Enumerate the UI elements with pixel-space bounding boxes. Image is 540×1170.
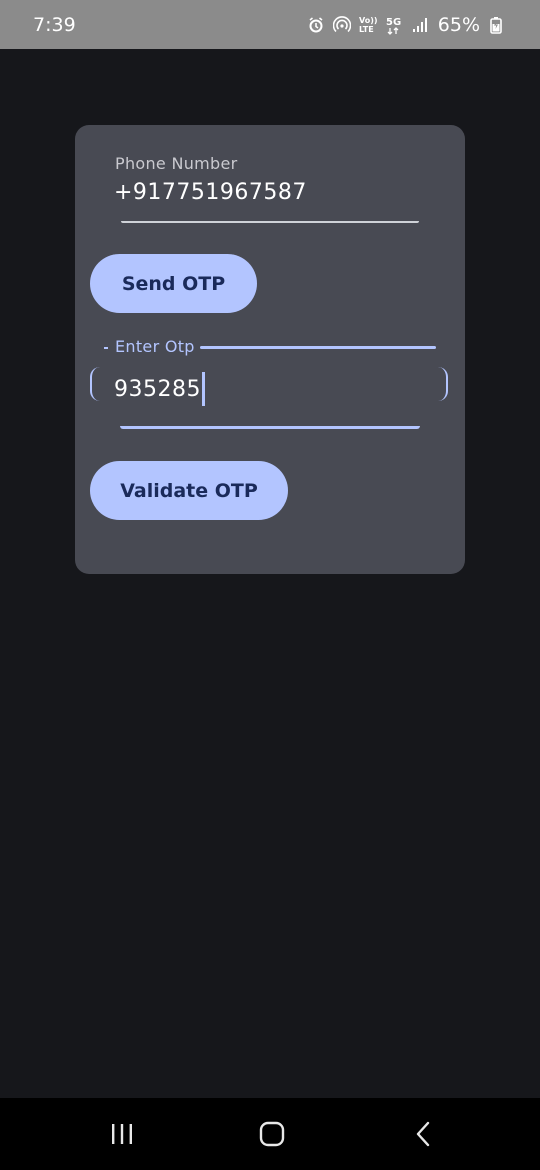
- otp-underline: [120, 426, 420, 429]
- svg-text:Vo)): Vo)): [359, 16, 378, 25]
- status-time: 7:39: [33, 13, 76, 36]
- signal-icon: [410, 15, 430, 35]
- otp-border-left: [90, 367, 100, 401]
- battery-percent: 65%: [437, 13, 480, 36]
- status-icons: Vo)) LTE 5G 65%: [306, 14, 506, 36]
- otp-label: Enter Otp: [115, 337, 195, 356]
- svg-text:LTE: LTE: [359, 25, 374, 34]
- hotspot-icon: [332, 15, 352, 35]
- network-type-text: 5G: [386, 17, 401, 28]
- otp-border-notch: [104, 347, 108, 349]
- status-bar: 7:39 Vo)) LTE 5G 65%: [0, 0, 540, 49]
- recents-icon[interactable]: [102, 1118, 142, 1150]
- otp-border-right: [438, 367, 448, 401]
- screen: 7:39 Vo)) LTE 5G 65% Phone Number +91775…: [0, 0, 540, 1170]
- phone-number-underline: [121, 221, 419, 223]
- otp-field[interactable]: Enter Otp 935285: [90, 337, 450, 432]
- otp-border-top: [200, 346, 436, 349]
- phone-number-input[interactable]: +917751967587: [114, 180, 307, 205]
- back-icon[interactable]: [404, 1118, 444, 1150]
- otp-input-text: 935285: [114, 376, 201, 402]
- send-otp-button[interactable]: Send OTP: [90, 254, 257, 313]
- home-icon[interactable]: [252, 1118, 292, 1150]
- 5g-icon: 5G: [384, 15, 404, 35]
- alarm-icon: [306, 15, 326, 35]
- battery-icon: [486, 15, 506, 35]
- otp-input[interactable]: 935285: [114, 372, 205, 406]
- login-card: Phone Number +917751967587 Send OTP Ente…: [75, 125, 465, 574]
- phone-number-label: Phone Number: [115, 154, 238, 173]
- validate-otp-button[interactable]: Validate OTP: [90, 461, 288, 520]
- navigation-bar: [0, 1098, 540, 1170]
- volte-icon: Vo)) LTE: [358, 15, 378, 35]
- text-cursor: [201, 372, 205, 406]
